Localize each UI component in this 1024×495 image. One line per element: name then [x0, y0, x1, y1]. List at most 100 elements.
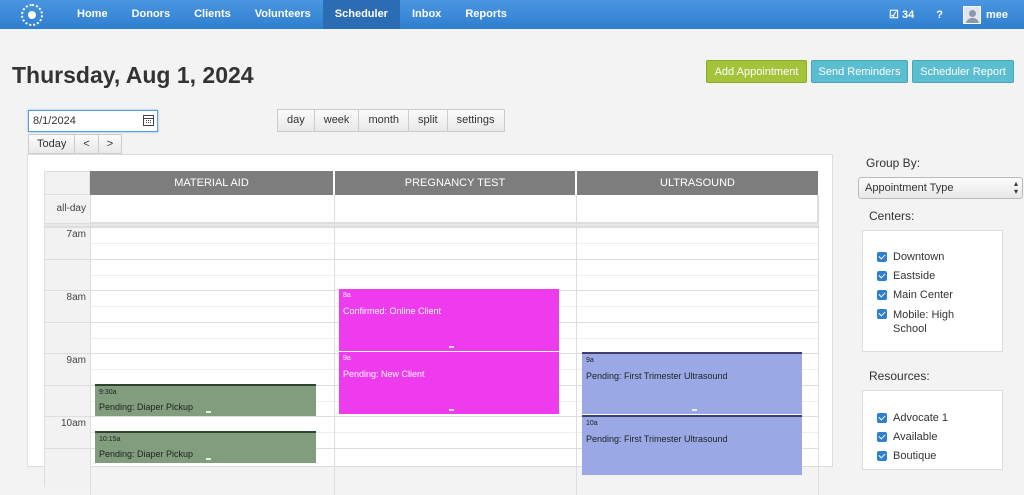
event-diaper-pickup[interactable]: 9:30a Pending: Diaper Pickup: [95, 384, 316, 416]
allday-cell[interactable]: [90, 195, 334, 223]
checkbox-checked-icon[interactable]: [877, 252, 887, 262]
checkbox-checked-icon[interactable]: [877, 309, 887, 319]
column-header-material-aid: MATERIAL AID: [90, 171, 333, 195]
checkbox-checked-icon[interactable]: [877, 451, 887, 461]
hour-label-10am: 10am: [60, 418, 86, 429]
date-input-value: 8/1/2024: [33, 115, 76, 127]
allday-cell[interactable]: [334, 195, 576, 223]
checkbox-checked-icon[interactable]: [877, 271, 887, 281]
select-arrows-icon: ▴ ▾: [1013, 179, 1018, 196]
center-checkbox-eastside[interactable]: Eastside: [877, 270, 935, 282]
scheduler-report-button[interactable]: Scheduler Report: [912, 60, 1014, 83]
view-week-button[interactable]: week: [313, 109, 360, 132]
center-label: Downtown: [893, 251, 945, 263]
checkbox-checked-icon[interactable]: [877, 413, 887, 423]
resource-checkbox-boutique[interactable]: Boutique: [877, 450, 936, 462]
view-month-button[interactable]: month: [358, 109, 410, 132]
resize-handle[interactable]: [449, 409, 454, 411]
resize-handle[interactable]: [449, 346, 454, 348]
event-first-trimester-ultrasound[interactable]: 10a Pending: First Trimester Ultrasound: [582, 415, 802, 475]
hour-label-7am: 7am: [66, 229, 86, 240]
checkbox-icon: ☑: [889, 9, 899, 21]
centers-panel: Downtown Eastside Main Center Mobile: Hi…: [862, 230, 1003, 352]
page-title: Thursday, Aug 1, 2024: [12, 62, 254, 88]
avatar[interactable]: [962, 5, 981, 24]
slot-line: [44, 259, 818, 260]
event-title: Pending: Diaper Pickup: [99, 449, 194, 459]
event-title: Pending: First Trimester Ultrasound: [586, 371, 728, 381]
calendar-container: MATERIAL AID PREGNANCY TEST ULTRASOUND a…: [27, 154, 833, 495]
help-icon[interactable]: ?: [936, 9, 943, 21]
view-day-button[interactable]: day: [277, 109, 315, 132]
top-nav: Home Donors Clients Volunteers Scheduler…: [0, 0, 1024, 29]
allday-label: all-day: [44, 195, 90, 223]
event-title: Confirmed: Online Client: [343, 306, 442, 316]
resize-handle[interactable]: [205, 411, 211, 413]
event-confirmed-online-client[interactable]: 8a Confirmed: Online Client: [339, 289, 559, 351]
group-by-select[interactable]: Appointment Type ▴ ▾: [858, 177, 1023, 199]
today-button[interactable]: Today: [28, 134, 76, 154]
allday-cell[interactable]: [576, 195, 818, 223]
resource-label: Advocate 1: [893, 412, 949, 424]
event-time: 9:30a: [99, 389, 117, 396]
center-label: Main Center: [893, 289, 953, 301]
center-label: Mobile: High School: [893, 309, 955, 335]
hour-label-8am: 8am: [66, 292, 86, 303]
nav-home[interactable]: Home: [65, 0, 120, 29]
resource-label: Available: [893, 431, 938, 443]
center-checkbox-mobile-high-school[interactable]: Mobile: High School: [877, 308, 977, 336]
column-header-pregnancy-test: PREGNANCY TEST: [334, 171, 575, 195]
event-pending-new-client[interactable]: 9a Pending: New Client: [339, 352, 559, 414]
send-reminders-button[interactable]: Send Reminders: [811, 60, 908, 83]
resource-checkbox-available[interactable]: Available: [877, 431, 937, 443]
username[interactable]: mee: [986, 9, 1008, 21]
center-checkbox-downtown[interactable]: Downtown: [877, 251, 944, 263]
view-settings-button[interactable]: settings: [446, 109, 505, 132]
center-label: Eastside: [893, 270, 936, 282]
resource-label: Boutique: [893, 450, 937, 462]
event-title: Pending: New Client: [343, 369, 425, 379]
next-button[interactable]: >: [97, 134, 123, 154]
nav-donors[interactable]: Donors: [120, 0, 183, 29]
slot-line: [90, 275, 818, 276]
center-checkbox-main-center[interactable]: Main Center: [877, 289, 953, 301]
column-divider: [334, 195, 335, 495]
resize-handle[interactable]: [692, 409, 697, 411]
calendar-icon[interactable]: [143, 115, 154, 126]
group-by-label: Group By:: [866, 156, 921, 170]
logo-icon[interactable]: [21, 3, 43, 26]
event-title: Pending: Diaper Pickup: [99, 402, 194, 412]
resources-label: Resources:: [869, 369, 930, 383]
column-header-ultrasound: ULTRASOUND: [576, 171, 818, 195]
nav-clients[interactable]: Clients: [182, 0, 243, 29]
hour-label-9am: 9am: [66, 355, 86, 366]
add-appointment-button[interactable]: Add Appointment: [706, 60, 807, 83]
resize-handle[interactable]: [205, 458, 211, 460]
nav-reports[interactable]: Reports: [453, 0, 519, 29]
event-time: 10a: [586, 420, 598, 427]
date-nav-group: Today < >: [28, 134, 123, 154]
view-switcher: day week month split settings: [277, 109, 505, 132]
view-split-button[interactable]: split: [408, 109, 448, 132]
hour-line: [44, 227, 818, 228]
column-divider: [818, 195, 819, 495]
nav-volunteers[interactable]: Volunteers: [243, 0, 323, 29]
resource-checkbox-advocate-1[interactable]: Advocate 1: [877, 412, 948, 424]
time-gutter-header: [44, 171, 90, 195]
checkbox-checked-icon[interactable]: [877, 432, 887, 442]
event-time: 9a: [343, 355, 351, 362]
group-by-value: Appointment Type: [865, 182, 954, 194]
nav-right: ☑ 34 ? mee: [889, 0, 1024, 29]
prev-button[interactable]: <: [74, 134, 99, 154]
event-diaper-pickup[interactable]: 10:15a Pending: Diaper Pickup: [95, 431, 316, 463]
nav-scheduler[interactable]: Scheduler: [322, 0, 400, 29]
tasks-button[interactable]: ☑ 34: [889, 8, 914, 21]
event-time: 10:15a: [99, 436, 121, 443]
event-time: 8a: [343, 292, 351, 299]
event-first-trimester-ultrasound[interactable]: 9a Pending: First Trimester Ultrasound: [582, 352, 802, 414]
resources-panel: Advocate 1 Available Boutique: [862, 390, 1003, 470]
date-input[interactable]: 8/1/2024: [28, 110, 158, 132]
nav-inbox[interactable]: Inbox: [400, 0, 453, 29]
slot-line: [90, 243, 818, 244]
checkbox-checked-icon[interactable]: [877, 290, 887, 300]
